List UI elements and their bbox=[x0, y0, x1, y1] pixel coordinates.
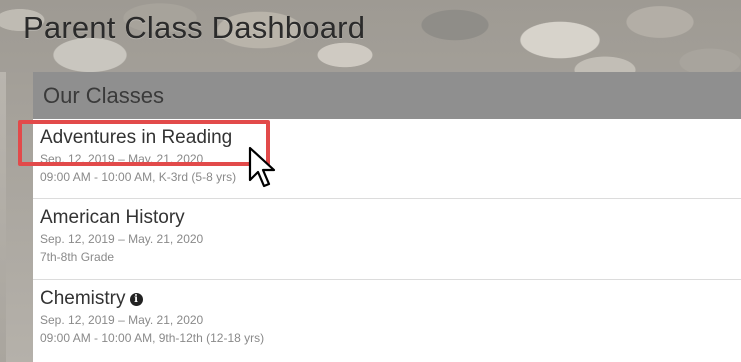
class-name-link[interactable]: Chemistry bbox=[40, 287, 126, 311]
classes-panel: Our Classes Adventures in Reading Sep. 1… bbox=[33, 72, 741, 362]
class-item-adventures-in-reading[interactable]: Adventures in Reading Sep. 12, 2019 – Ma… bbox=[33, 119, 741, 199]
info-circle-icon[interactable]: i bbox=[129, 293, 143, 306]
class-details: 09:00 AM - 10:00 AM, 9th-12th (12-18 yrs… bbox=[40, 331, 265, 345]
class-details: 7th-8th Grade bbox=[40, 250, 115, 264]
page-title: Parent Class Dashboard bbox=[23, 10, 366, 45]
panel-header: Our Classes bbox=[33, 72, 741, 119]
class-dates: Sep. 12, 2019 – May. 21, 2020 bbox=[40, 152, 204, 166]
class-dates: Sep. 12, 2019 – May. 21, 2020 bbox=[40, 232, 204, 246]
class-item-american-history[interactable]: American History Sep. 12, 2019 – May. 21… bbox=[33, 199, 741, 280]
class-name-link[interactable]: Adventures in Reading bbox=[40, 126, 232, 150]
class-details: 09:00 AM - 10:00 AM, K-3rd (5-8 yrs) bbox=[40, 170, 237, 184]
class-name-link[interactable]: American History bbox=[40, 206, 185, 230]
left-background-strip bbox=[0, 72, 6, 362]
class-dates: Sep. 12, 2019 – May. 21, 2020 bbox=[40, 313, 204, 327]
class-item-chemistry[interactable]: Chemistry i Sep. 12, 2019 – May. 21, 2020… bbox=[33, 280, 741, 362]
mouse-pointer-icon bbox=[248, 146, 276, 188]
